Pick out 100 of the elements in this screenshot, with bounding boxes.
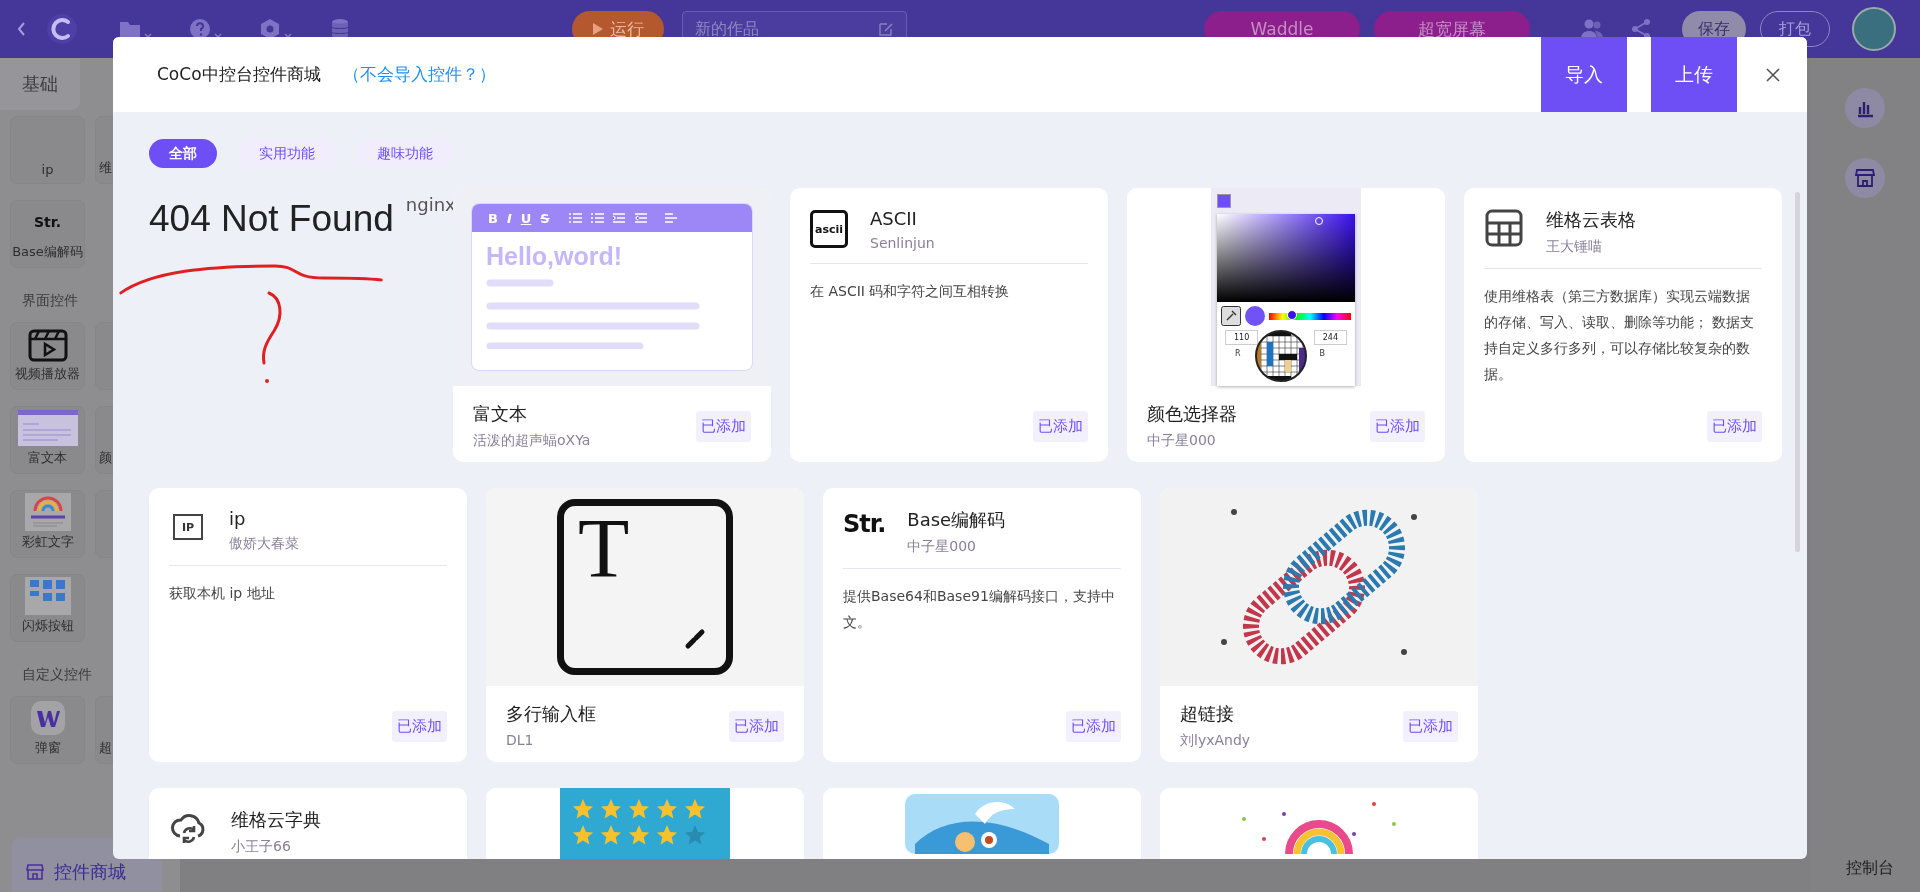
card-author: 活泼的超声蝠oXYa (473, 432, 591, 450)
filter-tab[interactable]: 全部 (149, 139, 217, 168)
card-author: 王大锤喵 (1546, 238, 1602, 256)
table-icon (1484, 208, 1524, 248)
edit-icon (878, 21, 894, 37)
value-field: 244 (1313, 330, 1347, 345)
widget-label: 超 (99, 739, 112, 757)
widget-card[interactable]: IP ip 傲娇大春菜 获取本机 ip 地址 已添加 (149, 488, 467, 762)
section-heading: 自定义控件 (21, 665, 93, 684)
format-letter: I (506, 210, 512, 226)
widget-item[interactable]: 弹窗 (10, 696, 85, 764)
widget-item[interactable]: ip (10, 116, 85, 184)
editor-heading: Hello,word! (486, 242, 624, 271)
card-title: Base编解码 (907, 508, 1006, 532)
widget-card[interactable]: 超链接 刘lyxAndy 已添加 (1160, 488, 1478, 762)
added-button[interactable]: 已添加 (1066, 711, 1121, 742)
close-icon[interactable] (1765, 66, 1781, 83)
widget-card[interactable]: B I U S Hello,word! 富文本 活泼的超声蝠oXYa 已添加 (453, 188, 771, 462)
card-description: 使用维格表（第三方数据库）实现云端数据的存储、写入、读取、删除等功能； 数据支持自定义多行多列，可以存储比较复杂的数据。 (1484, 287, 1756, 384)
rainbow-thumbnail (24, 493, 71, 531)
added-button[interactable]: 已添加 (696, 411, 751, 442)
widget-label: ip (41, 162, 54, 177)
format-letter: S (540, 210, 550, 226)
value-field: 110 (1225, 330, 1259, 345)
widget-card[interactable]: 维格云字典 小王子66 (149, 788, 467, 859)
filter-tab[interactable]: 趣味功能 (357, 139, 453, 168)
sign-icon: IP (173, 514, 203, 540)
widget-card[interactable]: Str. Base编解码 中子星000 提供Base64和Base91编解码接口，支持中文。 已添加 (823, 488, 1141, 762)
ascii-icon: ascii (810, 210, 848, 248)
play-icon (592, 22, 604, 36)
sidebar-tab[interactable]: 基础 (0, 58, 80, 110)
str-logo: Str. (34, 214, 61, 230)
widget-card[interactable]: T 多行输入框 DL1 已添加 (486, 488, 804, 762)
added-button[interactable]: 已添加 (729, 711, 784, 742)
store-button[interactable] (1845, 158, 1885, 198)
eyedropper-icon (1221, 306, 1241, 326)
added-button[interactable]: 已添加 (1370, 411, 1425, 442)
card-description: 获取本机 ip 地址 (169, 584, 276, 603)
dialog-button[interactable]: 上传 (1651, 37, 1737, 112)
star-icon (600, 824, 622, 846)
card-title: 多行输入框 (506, 702, 596, 726)
numbered-list-icon (568, 211, 582, 225)
widget-label: Base编解码 (12, 243, 83, 261)
widget-card[interactable]: ascii ASCII Senlinjun 在 ASCII 码和字符之间互相转换 已添加 (790, 188, 1108, 462)
card-author: 小王子66 (231, 838, 291, 856)
editor-thumbnail (17, 410, 78, 446)
card-title: 维格云表格 (1546, 208, 1636, 232)
widget-card[interactable]: 维格云表格 王大锤喵 使用维格表（第三方数据库）实现云端数据的存储、写入、读取、删除等功能； 数据支持自定义多行多列，可以存储比较复杂的数据。 已添加 (1464, 188, 1782, 462)
star-icon (600, 798, 622, 820)
widget-item[interactable]: Str. Base编解码 (10, 200, 85, 268)
star-icon (656, 798, 678, 820)
widget-item[interactable]: 彩虹文字 (10, 490, 85, 558)
added-button[interactable]: 已添加 (1033, 411, 1088, 442)
scrollbar-thumb[interactable] (1795, 192, 1800, 552)
back-icon[interactable] (16, 21, 26, 37)
outdent-icon (634, 211, 648, 225)
help-link[interactable]: （不会导入控件？） (342, 63, 496, 86)
added-button[interactable]: 已添加 (1403, 711, 1458, 742)
indent-icon (612, 211, 626, 225)
widget-item[interactable]: 富文本 (10, 406, 85, 474)
added-button[interactable]: 已添加 (1707, 411, 1762, 442)
section-heading: 界面控件 (21, 291, 79, 310)
widget-card[interactable]: 110 244 R B 颜色选择器 中子星000 已添加 (1127, 188, 1445, 462)
error-heading: 404 Not Found (149, 198, 394, 240)
color-swatch (1217, 194, 1231, 208)
star-icon (572, 798, 594, 820)
card-author: 中子星000 (907, 538, 977, 556)
card-title: 颜色选择器 (1147, 402, 1237, 426)
card-author: 中子星000 (1147, 432, 1216, 450)
widget-label: 闪烁按钮 (21, 617, 74, 635)
widget-label: 视频播放器 (15, 365, 80, 383)
widget-item[interactable]: 闪烁按钮 (10, 574, 85, 642)
card-author: 傲娇大春菜 (229, 535, 299, 553)
widget-item[interactable]: 视频播放器 (10, 322, 85, 390)
card-description: 提供Base64和Base91编解码接口，支持中文。 (843, 587, 1116, 632)
logo-icon[interactable] (46, 13, 78, 45)
widget-label: 颜 (99, 449, 112, 467)
star-icon (628, 824, 650, 846)
widget-label: 彩虹文字 (21, 533, 74, 551)
card-author: 刘lyxAndy (1180, 732, 1251, 750)
server-name: nginx (405, 194, 456, 215)
dialog-title: CoCo中控台控件商城 (157, 63, 321, 86)
chart-button[interactable] (1845, 88, 1885, 128)
store-icon (26, 863, 44, 881)
added-button[interactable]: 已添加 (392, 711, 447, 742)
dialog-button[interactable]: 导入 (1541, 37, 1627, 112)
format-letter: B (488, 210, 498, 226)
card-description: 在 ASCII 码和字符之间互相转换 (810, 282, 1011, 301)
card-title: ASCII (870, 208, 917, 229)
str-logo: Str. (843, 510, 886, 538)
filter-tab[interactable]: 实用功能 (239, 139, 335, 168)
avatar[interactable] (1852, 7, 1896, 51)
format-letter: U (520, 210, 532, 226)
buttons-thumbnail (24, 577, 71, 615)
widget-label: 弹窗 (34, 739, 61, 757)
console-button[interactable]: 控制台 (1840, 857, 1900, 880)
channel-label: B (1319, 349, 1325, 358)
bullet-list-icon (590, 211, 604, 225)
star-icon (628, 798, 650, 820)
star-icon (656, 824, 678, 846)
